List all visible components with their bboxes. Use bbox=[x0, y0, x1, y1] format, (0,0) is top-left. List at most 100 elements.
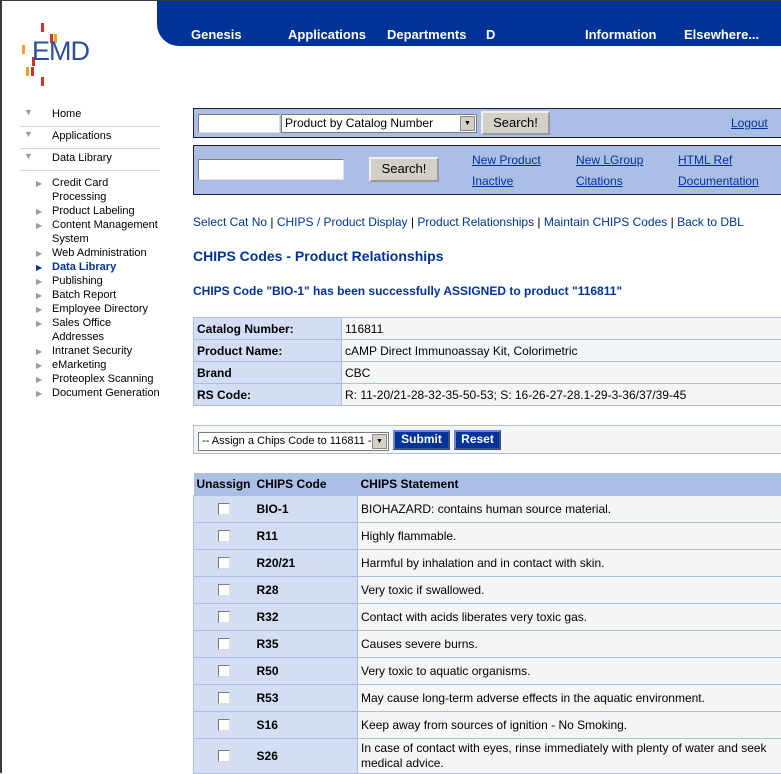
quick-search-bar: Search! New Product New LGroup HTML Ref … bbox=[193, 145, 781, 195]
html-ref-link[interactable]: HTML Ref bbox=[678, 153, 732, 167]
inactive-link[interactable]: Inactive bbox=[472, 174, 513, 188]
sidebar-subitem-label: Document Generation bbox=[52, 387, 160, 399]
logo-text: EMD bbox=[32, 36, 89, 67]
nav-elsewhere[interactable]: Elsewhere... bbox=[684, 27, 759, 42]
sidebar-item-label: Home bbox=[52, 108, 81, 120]
sidebar-subitem-intranet-security[interactable]: ▶Intranet Security bbox=[20, 344, 160, 358]
chips-statement: Very toxic to aquatic organisms. bbox=[358, 657, 781, 684]
logo-mark bbox=[41, 77, 44, 86]
table-row: R35Causes severe burns. bbox=[194, 630, 781, 657]
triangle-right-icon: ▶ bbox=[36, 219, 42, 233]
info-value: R: 11-20/21-28-32-35-50-53; S: 16-26-27-… bbox=[342, 384, 781, 406]
product-info-table: Catalog Number:116811 Product Name:cAMP … bbox=[193, 317, 781, 406]
reset-button[interactable]: Reset bbox=[454, 430, 501, 450]
sidebar-item-data-library[interactable]: ▼ Data Library bbox=[20, 149, 160, 171]
chips-code: BIO-1 bbox=[254, 495, 358, 522]
breadcrumb-maintain-chips-codes[interactable]: Maintain CHIPS Codes bbox=[544, 215, 667, 229]
table-header-row: Unassign CHIPS Code CHIPS Statement bbox=[194, 473, 781, 495]
sidebar-subitem-document-generation[interactable]: ▶Document Generation bbox=[20, 386, 160, 400]
new-lgroup-link[interactable]: New LGroup bbox=[576, 153, 643, 167]
chips-codes-table: Unassign CHIPS Code CHIPS Statement BIO-… bbox=[193, 473, 781, 774]
triangle-right-icon: ▶ bbox=[36, 275, 42, 289]
sidebar-subitem-label: Data Library bbox=[52, 261, 116, 273]
unassign-checkbox[interactable] bbox=[218, 692, 230, 704]
table-row: R28Very toxic if swallowed. bbox=[194, 576, 781, 603]
triangle-right-icon: ▶ bbox=[36, 247, 42, 261]
chips-code: S16 bbox=[254, 711, 358, 738]
sidebar-subitem-publishing[interactable]: ▶Publishing bbox=[20, 274, 160, 288]
sidebar-subitem-proteoplex-scanning[interactable]: ▶ Proteoplex Scanning bbox=[20, 372, 160, 386]
top-navigation: Genesis Applications Departments D Infor… bbox=[157, 1, 781, 46]
nav-departments[interactable]: Departments bbox=[387, 27, 466, 42]
unassign-checkbox[interactable] bbox=[218, 503, 230, 515]
sidebar-subitem-label: Proteoplex Scanning bbox=[52, 373, 154, 385]
search-button-1[interactable]: Search! bbox=[481, 111, 550, 135]
sidebar-item-label: Applications bbox=[52, 130, 111, 142]
unassign-cell bbox=[194, 657, 254, 684]
triangle-right-icon: ▶ bbox=[36, 373, 42, 387]
nav-information[interactable]: Information bbox=[585, 27, 657, 42]
triangle-down-icon: ▼ bbox=[24, 107, 33, 117]
unassign-cell bbox=[194, 630, 254, 657]
catalog-search-input[interactable] bbox=[198, 114, 280, 133]
chips-statement: Keep away from sources of ignition - No … bbox=[358, 711, 781, 738]
new-product-link[interactable]: New Product bbox=[472, 153, 541, 167]
sidebar-subitem-data-library[interactable]: ▶Data Library bbox=[20, 260, 160, 274]
sidebar-item-label: Data Library bbox=[52, 152, 112, 164]
sidebar-subitem-label: Employee Directory bbox=[52, 303, 148, 315]
sidebar-subitem-employee-directory[interactable]: ▶Employee Directory bbox=[20, 302, 160, 316]
assign-chips-select[interactable]: -- Assign a Chips Code to 116811 -- ▼ bbox=[198, 432, 389, 451]
unassign-cell bbox=[194, 522, 254, 549]
logout-link[interactable]: Logout bbox=[731, 116, 768, 130]
citations-link[interactable]: Citations bbox=[576, 174, 623, 188]
nav-applications[interactable]: Applications bbox=[288, 27, 366, 42]
unassign-checkbox[interactable] bbox=[218, 719, 230, 731]
chips-statement: Very toxic if swallowed. bbox=[358, 576, 781, 603]
table-row: R53May cause long-term adverse effects i… bbox=[194, 684, 781, 711]
breadcrumb: Select Cat No | CHIPS / Product Display … bbox=[193, 215, 744, 229]
sidebar-item-applications[interactable]: ▼ Applications bbox=[20, 127, 160, 149]
submit-button[interactable]: Submit bbox=[393, 430, 450, 450]
sidebar-subitem-emarketing[interactable]: ▶eMarketing bbox=[20, 358, 160, 372]
nav-genesis[interactable]: Genesis bbox=[191, 27, 242, 42]
info-value: cAMP Direct Immunoassay Kit, Colorimetri… bbox=[342, 340, 781, 362]
sidebar-subitem-web-administration[interactable]: ▶ Web Administration bbox=[20, 246, 160, 260]
chips-statement: May cause long-term adverse effects in t… bbox=[358, 684, 781, 711]
unassign-checkbox[interactable] bbox=[218, 584, 230, 596]
unassign-cell bbox=[194, 549, 254, 576]
unassign-checkbox[interactable] bbox=[218, 638, 230, 650]
chevron-down-icon[interactable]: ▼ bbox=[460, 116, 475, 131]
sidebar-subitem-sales-office[interactable]: ▶Sales Office Addresses bbox=[20, 316, 160, 344]
sidebar-subitem-content-management[interactable]: ▶ Content Management System bbox=[20, 218, 160, 246]
breadcrumb-product-relationships[interactable]: Product Relationships bbox=[417, 215, 534, 229]
sidebar-subitem-product-labeling[interactable]: ▶Product Labeling bbox=[20, 204, 160, 218]
emd-logo[interactable]: EMD bbox=[16, 19, 96, 89]
breadcrumb-chips-product-display[interactable]: CHIPS / Product Display bbox=[277, 215, 408, 229]
sidebar-subitem-batch-report[interactable]: ▶Batch Report bbox=[20, 288, 160, 302]
unassign-checkbox[interactable] bbox=[218, 665, 230, 677]
unassign-checkbox[interactable] bbox=[218, 750, 230, 762]
catalog-search-bar: Product by Catalog Number ▼ Search! Logo… bbox=[193, 108, 781, 138]
unassign-checkbox[interactable] bbox=[218, 530, 230, 542]
search-button-2[interactable]: Search! bbox=[369, 157, 439, 182]
nav-d[interactable]: D bbox=[486, 27, 495, 42]
triangle-right-icon: ▶ bbox=[36, 289, 42, 303]
chips-statement: In case of contact with eyes, rinse imme… bbox=[358, 738, 781, 773]
chevron-down-icon[interactable]: ▼ bbox=[372, 434, 387, 449]
chips-code: R11 bbox=[254, 522, 358, 549]
logo-mark bbox=[26, 67, 29, 76]
search-type-select[interactable]: Product by Catalog Number ▼ bbox=[281, 114, 477, 133]
sidebar-subitem-label: Web Administration bbox=[52, 247, 147, 259]
quick-search-input[interactable] bbox=[198, 159, 344, 180]
documentation-link[interactable]: Documentation bbox=[678, 174, 759, 188]
unassign-checkbox[interactable] bbox=[218, 557, 230, 569]
sidebar-item-home[interactable]: ▼ Home bbox=[20, 105, 160, 127]
triangle-down-icon: ▼ bbox=[24, 151, 33, 161]
sidebar-subitem-label: Content Management System bbox=[52, 219, 158, 245]
breadcrumb-back-to-dbl[interactable]: Back to DBL bbox=[677, 215, 744, 229]
sidebar-subitem-credit-card-processing[interactable]: ▶Credit Card Processing bbox=[20, 176, 160, 204]
table-row: R11Highly flammable. bbox=[194, 522, 781, 549]
triangle-right-icon: ▶ bbox=[36, 205, 42, 219]
unassign-checkbox[interactable] bbox=[218, 611, 230, 623]
breadcrumb-select-cat-no[interactable]: Select Cat No bbox=[193, 215, 267, 229]
